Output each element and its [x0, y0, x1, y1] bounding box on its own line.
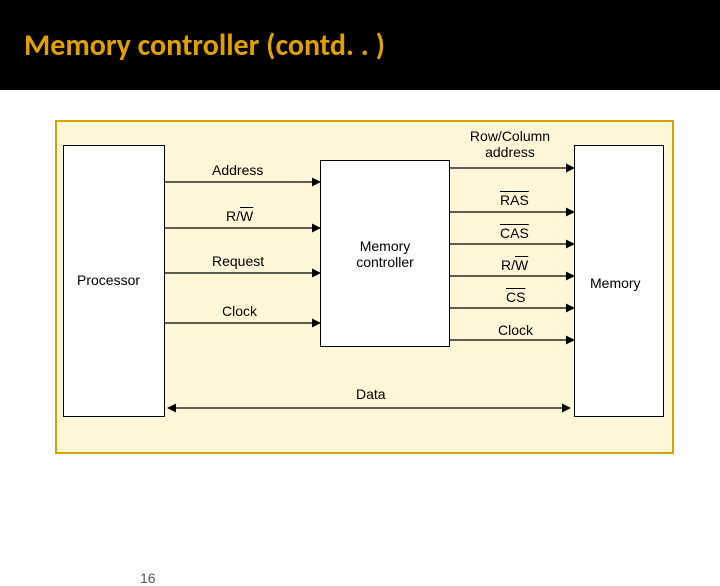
data-bus-label: Data: [356, 386, 386, 402]
diagram-stage: Processor Memory controller Memory Addre…: [0, 90, 720, 540]
rw-right-pre: R/: [501, 257, 515, 273]
address-label: Address: [212, 162, 263, 178]
cas-label: CAS: [500, 225, 529, 241]
memctrl-label-2: controller: [330, 254, 440, 270]
processor-label: Processor: [77, 272, 140, 288]
memctrl-label-1: Memory: [330, 238, 440, 254]
memory-label: Memory: [590, 275, 641, 291]
rw-left-label: R/W: [226, 208, 253, 224]
cs-label: CS: [506, 289, 525, 305]
clock-right-label: Clock: [498, 322, 533, 338]
ras-label: RAS: [500, 192, 529, 208]
title-bar: Memory controller (contd. . ): [0, 0, 720, 90]
rowcol-label-1: Row/Column: [455, 128, 565, 144]
rw-right-label: R/W: [501, 257, 528, 273]
rw-left-ov: W: [240, 208, 253, 224]
rowcol-label-2: address: [455, 144, 565, 160]
clock-left-label: Clock: [222, 303, 257, 319]
page-number: 16: [140, 570, 156, 586]
rw-left-pre: R/: [226, 208, 240, 224]
rw-right-ov: W: [515, 257, 528, 273]
slide-title: Memory controller (contd. . ): [24, 27, 385, 64]
request-label: Request: [212, 253, 264, 269]
